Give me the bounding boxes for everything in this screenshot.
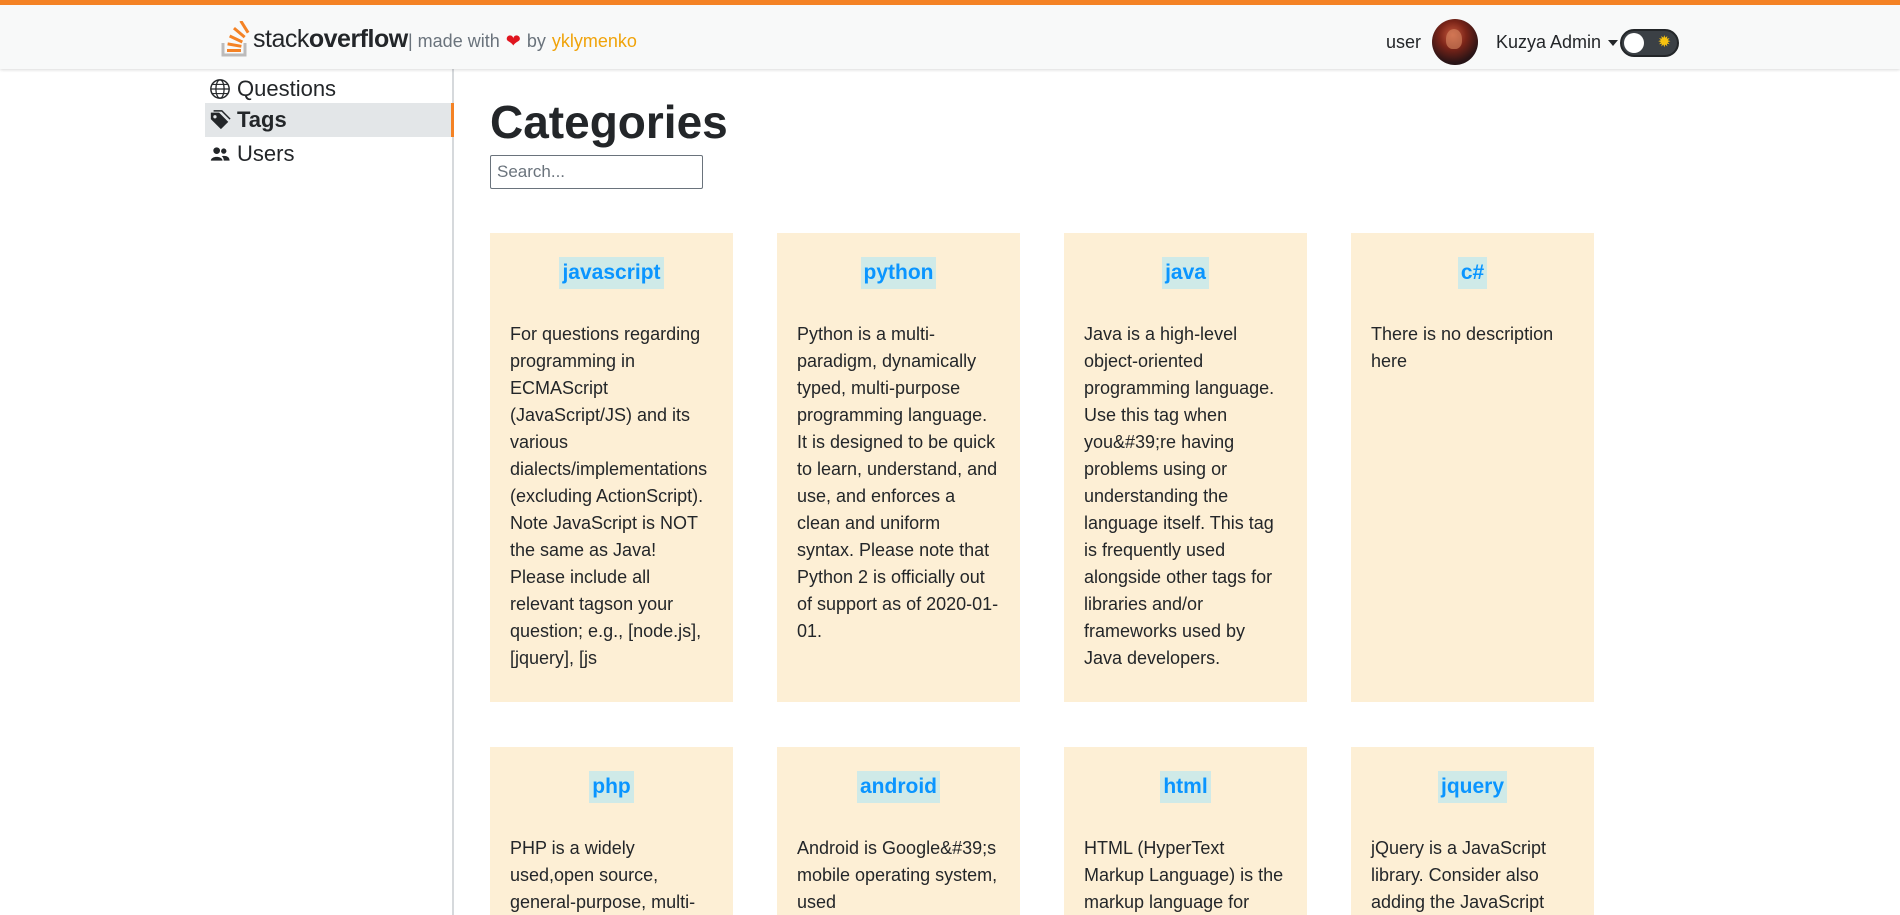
theme-toggle[interactable]: ✹ — [1620, 29, 1679, 57]
sidebar-item-label: Questions — [237, 76, 337, 101]
search-input[interactable] — [490, 155, 703, 189]
category-card: c# There is no description here — [1351, 233, 1594, 702]
category-description: For questions regarding programming in E… — [510, 324, 708, 668]
caret-down-icon — [1608, 39, 1619, 46]
user-role-label: user — [1386, 32, 1422, 52]
sidebar-item-tags[interactable]: Tags — [205, 103, 454, 137]
sun-icon: ✹ — [1657, 34, 1671, 51]
category-description: Python is a multi-paradigm, dynamically … — [797, 324, 999, 641]
category-tag-link[interactable]: android — [857, 771, 940, 803]
category-card: python Python is a multi-paradigm, dynam… — [777, 233, 1020, 702]
category-description: Android is Google&#39;s mobile operating… — [797, 838, 998, 912]
users-icon — [207, 142, 233, 166]
made-with-credit: | made with ❤ by yklymenko — [408, 31, 637, 52]
category-card: jquery jQuery is a JavaScript library. C… — [1351, 747, 1594, 915]
logo-text: stackoverflow — [253, 24, 408, 53]
sidebar-item-label: Tags — [237, 107, 287, 132]
category-tag-link[interactable]: c# — [1457, 257, 1488, 289]
category-card: android Android is Google&#39;s mobile o… — [777, 747, 1020, 915]
globe-icon — [207, 77, 233, 101]
made-with-prefix: | made with — [408, 31, 500, 51]
sidebar-item-questions[interactable]: Questions — [205, 72, 454, 106]
category-tag-link[interactable]: php — [589, 771, 634, 803]
category-card: php PHP is a widely used,open source, ge… — [490, 747, 733, 915]
sidebar-item-label: Users — [237, 141, 295, 166]
category-description: Java is a high-level object-oriented pro… — [1084, 324, 1275, 668]
sidebar: Questions Tags Users — [205, 69, 454, 915]
category-tag-link[interactable]: html — [1160, 771, 1211, 803]
avatar[interactable] — [1432, 19, 1478, 65]
category-tag-link[interactable]: java — [1162, 257, 1209, 289]
category-description: PHP is a widely used,open source, genera… — [510, 838, 696, 912]
user-menu-dropdown[interactable]: Kuzya Admin — [1496, 32, 1619, 53]
category-tag-link[interactable]: jquery — [1437, 771, 1508, 803]
sidebar-item-users[interactable]: Users — [205, 137, 454, 171]
tag-icon — [207, 108, 233, 132]
stackoverflow-logo[interactable]: stackoverflow — [220, 19, 408, 59]
author-link[interactable]: yklymenko — [552, 31, 637, 52]
category-description: jQuery is a JavaScript library. Consider… — [1371, 838, 1547, 912]
category-description: HTML (HyperText Markup Language) is the … — [1084, 838, 1284, 912]
toggle-knob — [1624, 33, 1644, 53]
category-card: java Java is a high-level object-oriente… — [1064, 233, 1307, 702]
made-with-by: by — [526, 31, 546, 51]
heart-icon: ❤ — [505, 31, 521, 51]
top-bar: stackoverflow | made with ❤ by yklymenko… — [0, 0, 1900, 69]
category-description: There is no description here — [1371, 324, 1554, 371]
category-tag-link[interactable]: javascript — [559, 257, 664, 289]
page-title: Categories — [490, 96, 728, 148]
stackoverflow-logo-icon — [221, 21, 250, 57]
category-tag-link[interactable]: python — [860, 257, 937, 289]
admin-name: Kuzya Admin — [1496, 32, 1602, 52]
category-card: html HTML (HyperText Markup Language) is… — [1064, 747, 1307, 915]
category-card: javascript For questions regarding progr… — [490, 233, 733, 702]
